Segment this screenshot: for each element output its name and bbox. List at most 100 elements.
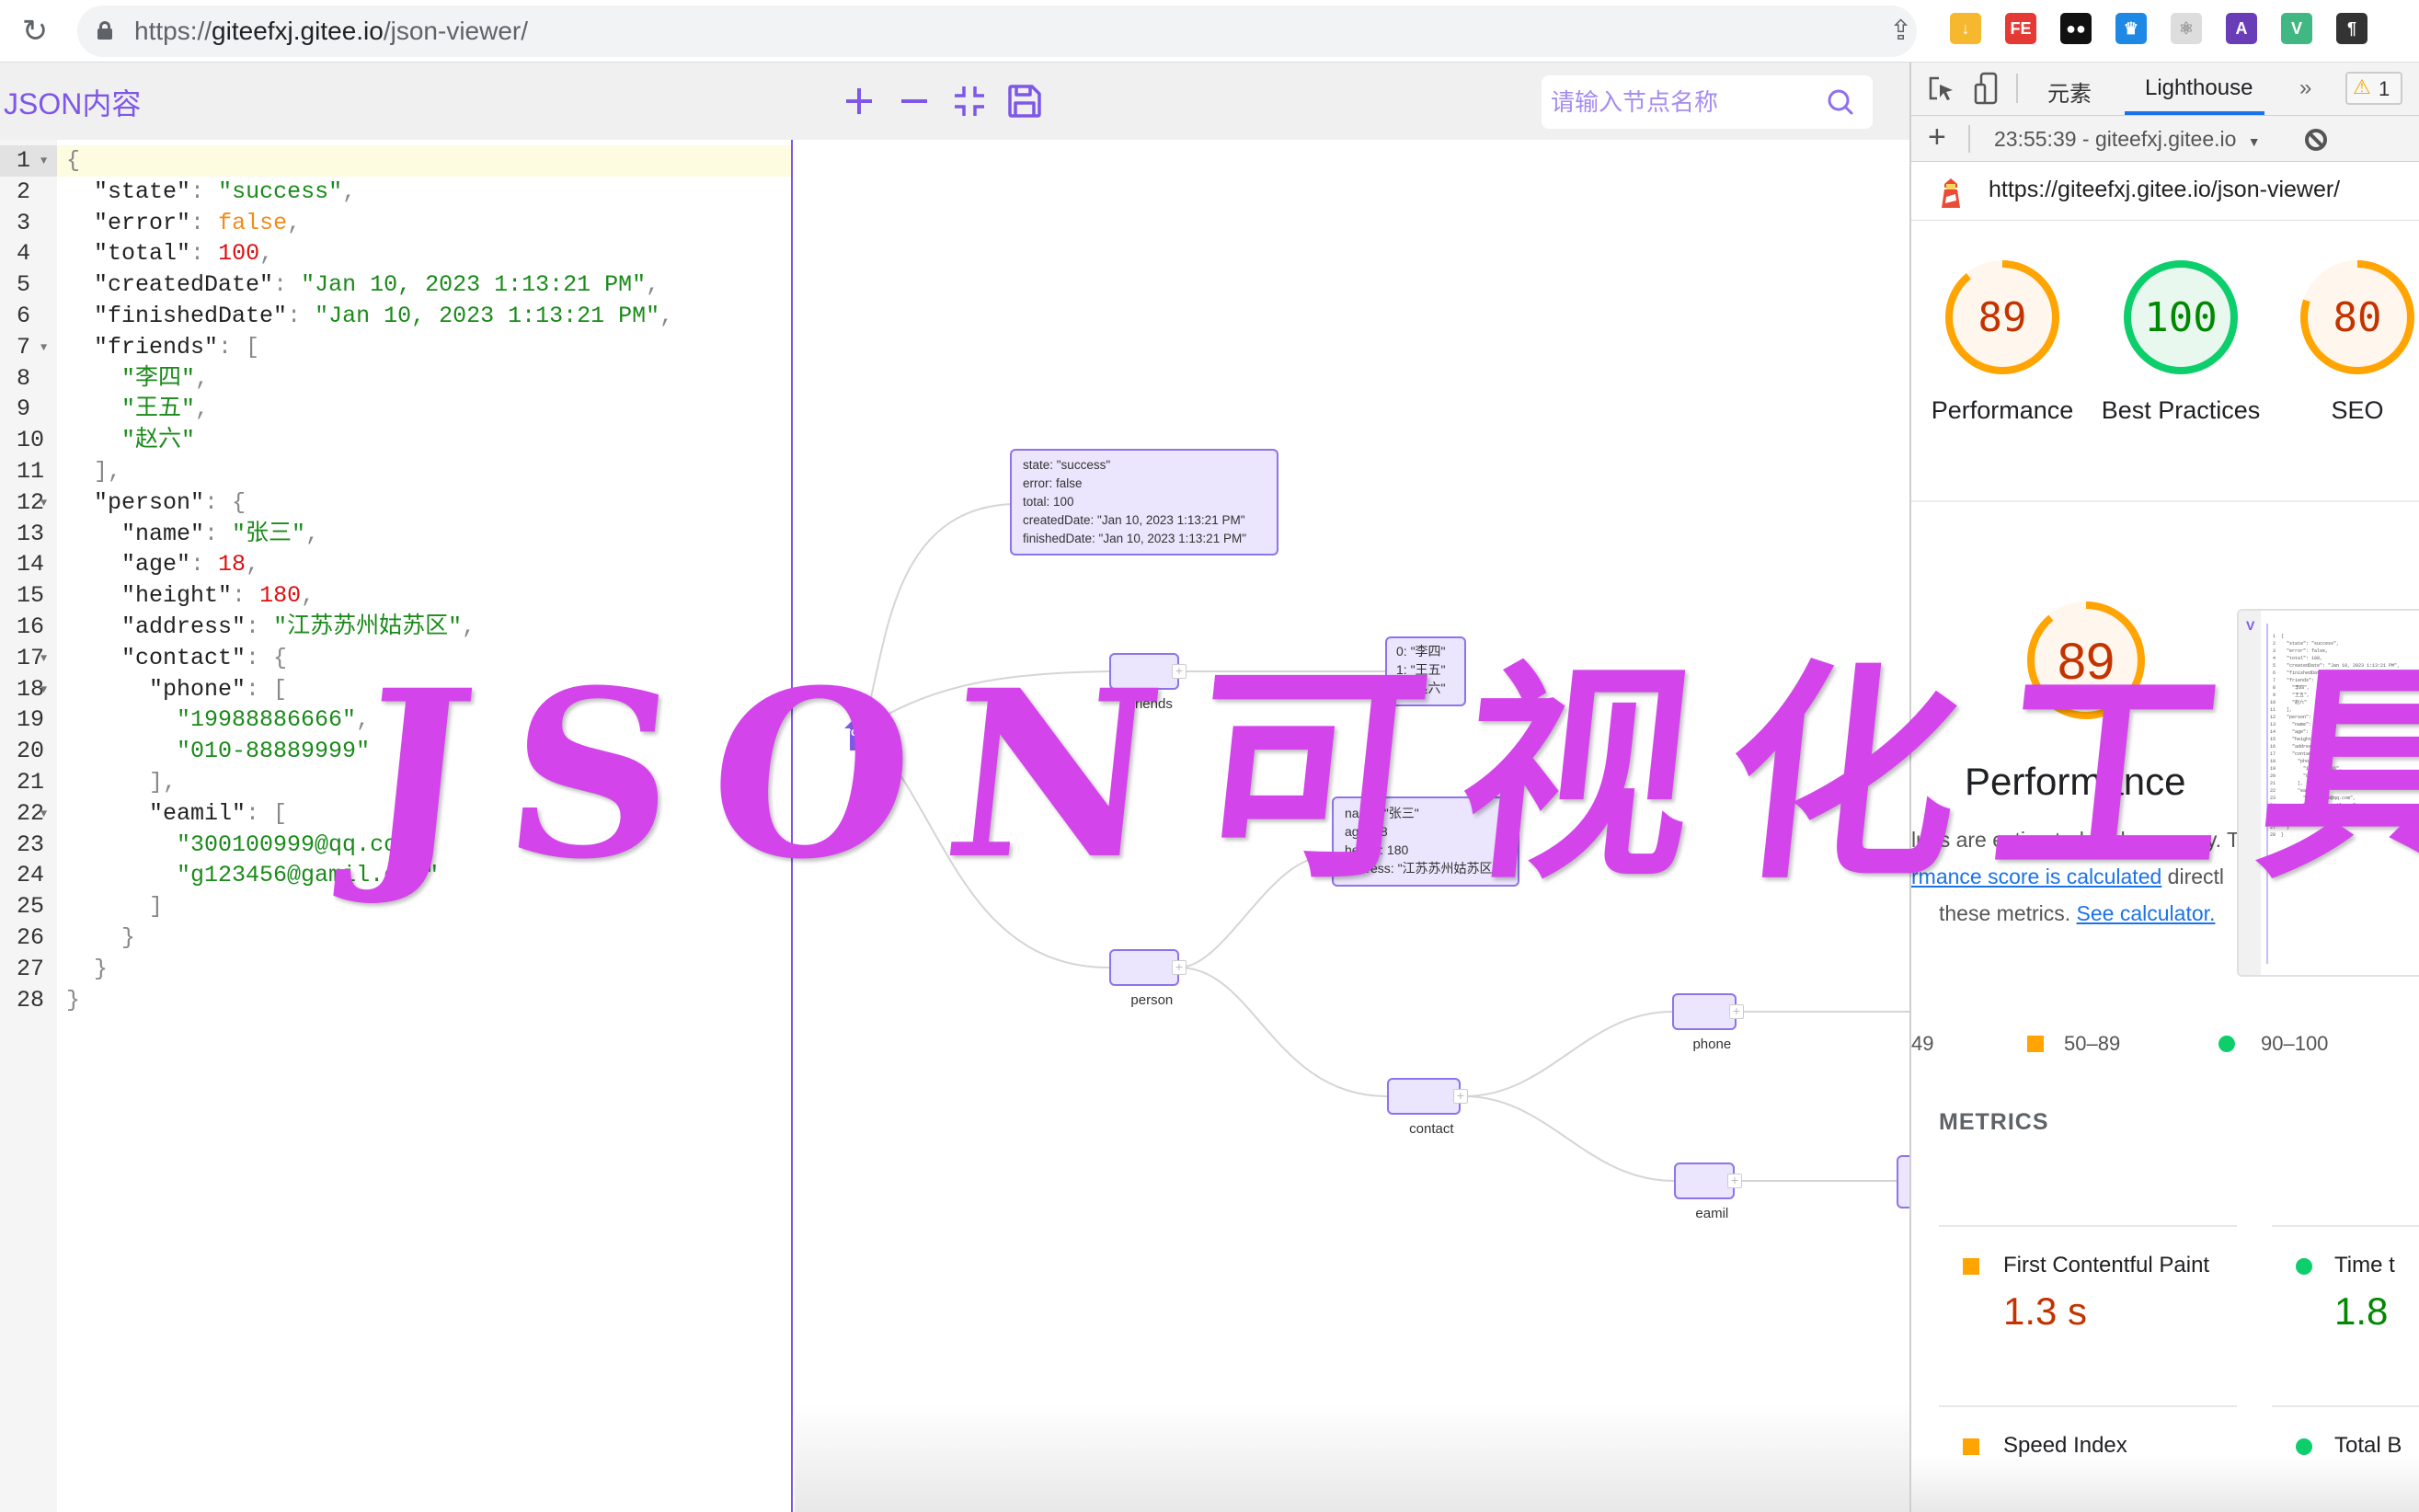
- code-line[interactable]: 20 "010-88889999": [0, 736, 791, 767]
- contact-expand-toggle[interactable]: +: [1453, 1089, 1468, 1104]
- fit-view-compress-icon[interactable]: [949, 81, 990, 121]
- share-icon[interactable]: ⇪: [1889, 15, 1912, 47]
- code-line[interactable]: 6 "finishedDate": "Jan 10, 2023 1:13:21 …: [0, 301, 791, 332]
- fold-toggle-icon[interactable]: ▼: [40, 674, 47, 705]
- code-line[interactable]: 12 ▼ "person": {: [0, 487, 791, 519]
- code-line[interactable]: 11 ],: [0, 456, 791, 487]
- tab-lighthouse[interactable]: Lighthouse: [2145, 75, 2253, 101]
- url-text[interactable]: https://giteefxj.gitee.io/json-viewer/: [134, 17, 528, 46]
- code-line[interactable]: 25 ]: [0, 891, 791, 922]
- vue-devtools-extension-icon[interactable]: V: [2281, 13, 2312, 44]
- code-line[interactable]: 21 ],: [0, 767, 791, 798]
- reload-icon[interactable]: ↻: [17, 13, 53, 50]
- fold-toggle-icon[interactable]: ▼: [40, 798, 47, 830]
- metric-fcp-label: First Contentful Paint: [2003, 1253, 2210, 1277]
- eamil-expand-toggle[interactable]: +: [1727, 1174, 1742, 1188]
- code-line[interactable]: 10 "赵六": [0, 425, 791, 456]
- collapse-all-minus-icon[interactable]: [894, 81, 934, 121]
- root-node[interactable]: root: [843, 708, 883, 752]
- app-header: JSON内容: [0, 63, 1909, 140]
- new-report-plus-icon[interactable]: +: [1928, 120, 1946, 155]
- clear-reports-icon[interactable]: [2303, 127, 2329, 153]
- react-devtools-extension-icon[interactable]: ⚛: [2171, 13, 2202, 44]
- fold-toggle-icon[interactable]: ▼: [40, 487, 47, 519]
- person-summary-node[interactable]: name: "张三" age: 18 height: 180 address: …: [1332, 796, 1519, 887]
- phone-expand-toggle[interactable]: +: [1729, 1004, 1744, 1019]
- eamil-list-node-partial[interactable]: [1897, 1155, 1909, 1208]
- lock-icon[interactable]: [97, 21, 112, 40]
- fe-helper-extension-icon[interactable]: FE: [2005, 13, 2036, 44]
- code-line[interactable]: 1 ▼ {: [0, 145, 791, 177]
- code-text: "total": 100,: [94, 240, 274, 268]
- code-line[interactable]: 16 "address": "江苏苏州姑苏区",: [0, 612, 791, 643]
- bird-extension-icon[interactable]: ♛: [2115, 13, 2147, 44]
- root-summary-node[interactable]: state: "success" error: false total: 100…: [1010, 449, 1278, 556]
- code-line[interactable]: 14 "age": 18,: [0, 549, 791, 580]
- gauge-label: Performance: [1931, 396, 2074, 424]
- metric-tti-value: 1.8: [2334, 1289, 2389, 1333]
- search-icon[interactable]: [1827, 88, 1854, 116]
- code-line[interactable]: 23 "300100999@qq.com",: [0, 830, 791, 861]
- inspect-element-icon[interactable]: [1928, 75, 1955, 103]
- json-editor[interactable]: 1 ▼{2 "state": "success", 3 "error": false…: [0, 140, 793, 1512]
- node-search-input[interactable]: [1551, 75, 1817, 129]
- code-line[interactable]: 24 "g123456@gamil.com": [0, 860, 791, 891]
- line-number: 28: [17, 986, 45, 1014]
- fold-toggle-icon[interactable]: ▼: [40, 145, 47, 177]
- code-line[interactable]: 5 "createdDate": "Jan 10, 2023 1:13:21 P…: [0, 269, 791, 301]
- person-expand-toggle[interactable]: +: [1172, 960, 1187, 975]
- report-url[interactable]: https://giteefxj.gitee.io/json-viewer/: [1989, 177, 2340, 203]
- score-calculation-link[interactable]: rmance score is calculated: [1911, 865, 2161, 888]
- see-calculator-link[interactable]: See calculator.: [2077, 901, 2216, 925]
- code-line[interactable]: 17 ▼ "contact": {: [0, 643, 791, 674]
- paragraph-extension-icon[interactable]: ¶: [2336, 13, 2367, 44]
- friends-node[interactable]: friends: [1109, 653, 1179, 712]
- score-gauge-performance[interactable]: 89: [1943, 258, 2062, 377]
- fold-toggle-icon[interactable]: ▼: [40, 643, 47, 674]
- friends-expand-toggle[interactable]: +: [1172, 664, 1187, 679]
- translate-extension-icon[interactable]: A: [2226, 13, 2257, 44]
- score-gauge-best-practices[interactable]: 100: [2121, 258, 2241, 377]
- code-text: ],: [149, 769, 178, 796]
- code-text: "contact": {: [121, 644, 288, 671]
- download-extension-icon[interactable]: ↓: [1950, 13, 1981, 44]
- json-tree-graph[interactable]: root state: "success" error: false total…: [795, 140, 1909, 1512]
- friends-list-node[interactable]: 0: "李四" 1: "王五" 2: "赵六": [1385, 636, 1466, 706]
- device-toolbar-icon[interactable]: [1974, 72, 1998, 105]
- code-line[interactable]: 28}: [0, 985, 791, 1016]
- code-text: "phone": [: [149, 675, 288, 703]
- address-bar[interactable]: https://giteefxj.gitee.io/json-viewer/ ⇪…: [77, 6, 1976, 57]
- report-selector[interactable]: 23:55:39 - giteefxj.gitee.io ▼: [1994, 127, 2261, 152]
- tab-elements[interactable]: 元素: [2047, 75, 2092, 108]
- contact-node[interactable]: contact: [1387, 1078, 1461, 1137]
- code-line[interactable]: 22 ▼ "eamil": [: [0, 798, 791, 830]
- code-line[interactable]: 8 "李四",: [0, 363, 791, 395]
- fold-toggle-icon[interactable]: ▼: [40, 332, 47, 363]
- warnings-badge[interactable]: ⚠ 1: [2345, 72, 2402, 105]
- thumbnail-vue-logo-icon: V: [2246, 618, 2255, 633]
- line-number: 22: [17, 799, 45, 827]
- more-tabs-button[interactable]: »: [2299, 75, 2311, 101]
- phone-node[interactable]: phone: [1672, 993, 1737, 1052]
- warning-icon: ⚠: [2353, 75, 2371, 98]
- code-line[interactable]: 7 ▼ "friends": [: [0, 332, 791, 363]
- code-line[interactable]: 15 "height": 180,: [0, 580, 791, 612]
- performance-description-line1: lues are estimated and may vary. T: [1911, 828, 2241, 852]
- code-line[interactable]: 18 ▼ "phone": [: [0, 674, 791, 705]
- score-gauge-seo[interactable]: 80: [2298, 258, 2417, 377]
- eamil-node[interactable]: eamil: [1674, 1163, 1735, 1221]
- code-line[interactable]: 3 "error": false,: [0, 208, 791, 239]
- code-line[interactable]: 26 }: [0, 922, 791, 954]
- code-line[interactable]: 13 "name": "张三",: [0, 519, 791, 550]
- code-line[interactable]: 19 "19988886666",: [0, 704, 791, 736]
- code-line[interactable]: 27 }: [0, 954, 791, 985]
- expand-all-plus-icon[interactable]: [839, 81, 879, 121]
- code-line[interactable]: 2 "state": "success",: [0, 177, 791, 208]
- person-node[interactable]: person: [1109, 949, 1179, 1008]
- eyes-extension-icon[interactable]: ●●: [2060, 13, 2092, 44]
- final-screenshot-thumbnail[interactable]: V 1 { 2 "state": "success", 3 "error": f…: [2237, 609, 2419, 977]
- code-line[interactable]: 9 "王五",: [0, 394, 791, 425]
- save-floppy-icon[interactable]: [1004, 81, 1045, 121]
- line-number: 26: [17, 924, 45, 951]
- code-line[interactable]: 4 "total": 100,: [0, 238, 791, 269]
